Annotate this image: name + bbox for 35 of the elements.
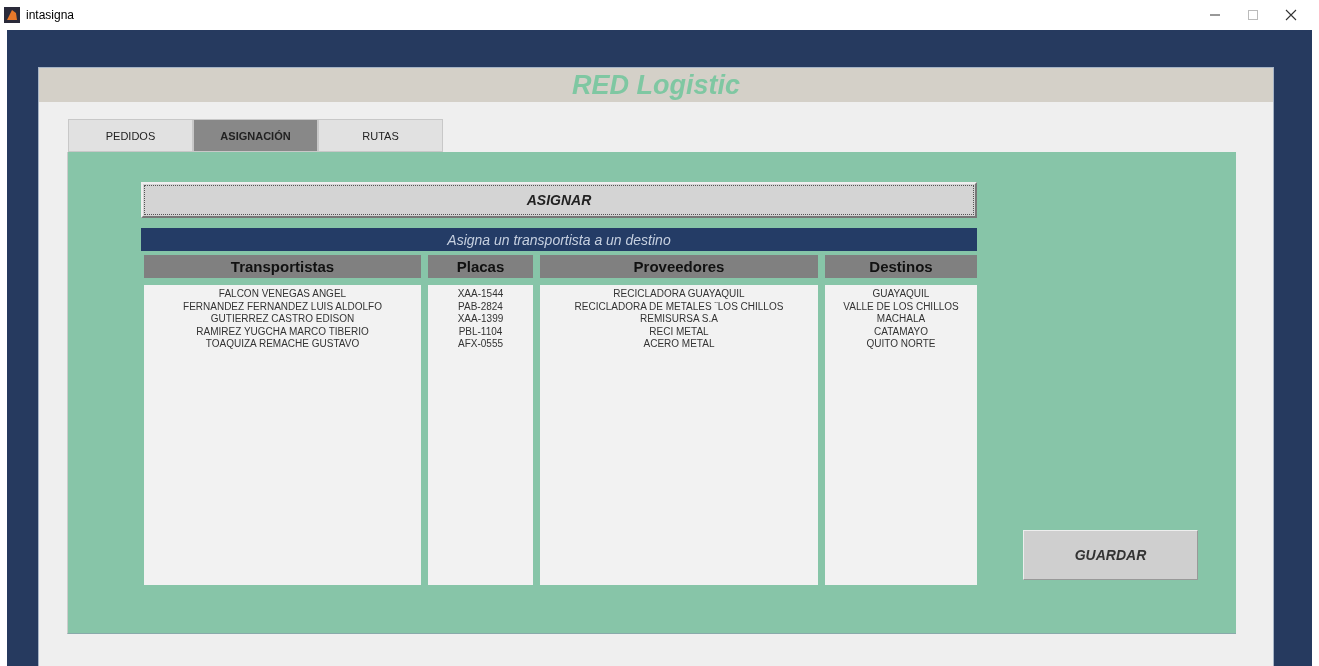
tab[interactable]: RUTAS xyxy=(318,119,443,152)
list-item[interactable]: AFX-0555 xyxy=(428,338,533,351)
list-item[interactable]: RECICLADORA GUAYAQUIL xyxy=(540,288,818,301)
tab[interactable]: PEDIDOS xyxy=(68,119,193,152)
column-header: Proveedores xyxy=(540,255,818,278)
list-item[interactable]: PBL-1104 xyxy=(428,325,533,338)
list-item[interactable]: RECI METAL xyxy=(540,325,818,338)
list-item[interactable]: VALLE DE LOS CHILLOS xyxy=(825,300,977,313)
column-header: Placas xyxy=(428,255,533,278)
list-item[interactable]: GUTIERREZ CASTRO EDISON xyxy=(144,313,421,326)
list-item[interactable]: TOAQUIZA REMACHE GUSTAVO xyxy=(144,338,421,351)
list-item[interactable]: RECICLADORA DE METALES ¨LOS CHILLOS xyxy=(540,300,818,313)
app-icon xyxy=(4,7,20,23)
list-item[interactable]: REMISURSA S.A xyxy=(540,313,818,326)
assign-button[interactable]: ASIGNAR xyxy=(141,182,977,218)
window-title: intasigna xyxy=(26,8,75,22)
banner-text: Asigna un transportista a un destino xyxy=(447,231,671,248)
close-icon[interactable] xyxy=(1285,9,1297,21)
list-item[interactable]: PAB-2824 xyxy=(428,300,533,313)
list-item[interactable]: XAA-1399 xyxy=(428,313,533,326)
list-item[interactable]: CATAMAYO xyxy=(825,325,977,338)
list-item[interactable]: QUITO NORTE xyxy=(825,338,977,351)
column-header: Destinos xyxy=(825,255,977,278)
app-title: RED Logistic xyxy=(572,69,740,101)
maximize-icon[interactable] xyxy=(1247,9,1259,21)
list-item[interactable]: GUAYAQUIL xyxy=(825,288,977,301)
list-item[interactable]: XAA-1544 xyxy=(428,288,533,301)
list-item[interactable]: FERNANDEZ FERNANDEZ LUIS ALDOLFO xyxy=(144,300,421,313)
tab[interactable]: ASIGNACIÓN xyxy=(193,119,318,152)
list-item[interactable]: RAMIREZ YUGCHA MARCO TIBERIO xyxy=(144,325,421,338)
save-button[interactable]: GUARDAR xyxy=(1023,530,1198,580)
column-header: Transportistas xyxy=(144,255,421,278)
list-item[interactable]: MACHALA xyxy=(825,313,977,326)
list-item[interactable]: FALCON VENEGAS ANGEL xyxy=(144,288,421,301)
list-item[interactable]: ACERO METAL xyxy=(540,338,818,351)
